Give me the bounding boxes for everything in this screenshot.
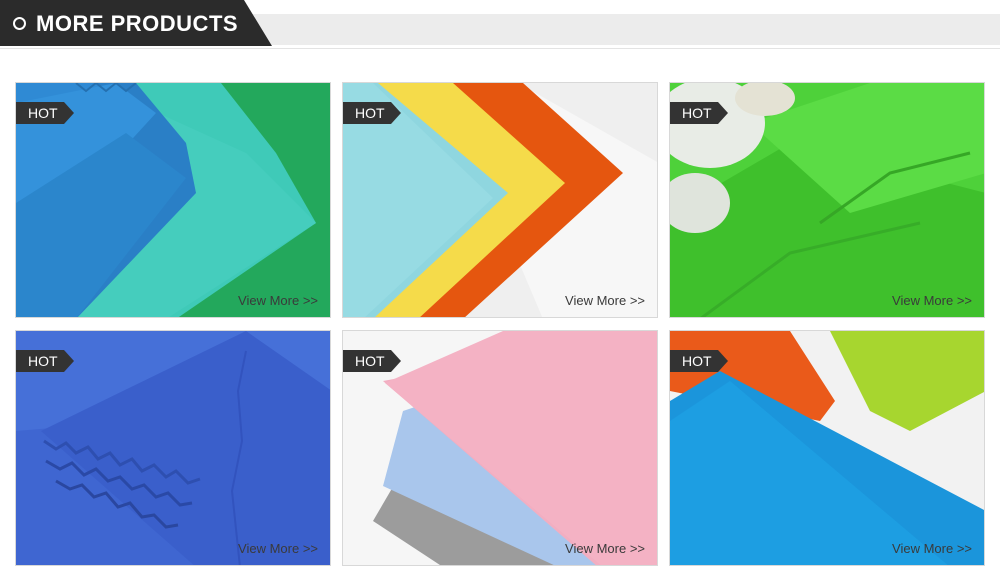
product-card[interactable]: HOT View More >> [342,82,658,318]
view-more-link[interactable]: View More >> [238,541,318,556]
view-more-link[interactable]: View More >> [892,541,972,556]
view-more-link[interactable]: View More >> [565,293,645,308]
hot-badge: HOT [670,102,728,124]
hot-badge: HOT [16,350,74,372]
product-card[interactable]: HOT View More >> [669,82,985,318]
hot-badge: HOT [343,350,401,372]
view-more-link[interactable]: View More >> [238,293,318,308]
view-more-link[interactable]: View More >> [892,293,972,308]
hot-badge: HOT [16,102,74,124]
product-card[interactable]: HOT View More >> [15,330,331,566]
product-card[interactable]: HOT View More >> [15,82,331,318]
hot-badge: HOT [670,350,728,372]
hot-badge: HOT [343,102,401,124]
product-card[interactable]: HOT View More >> [669,330,985,566]
product-grid: HOT View More >> HOT View More >> HOT Vi… [0,0,1000,588]
view-more-link[interactable]: View More >> [565,541,645,556]
product-card[interactable]: HOT View More >> [342,330,658,566]
